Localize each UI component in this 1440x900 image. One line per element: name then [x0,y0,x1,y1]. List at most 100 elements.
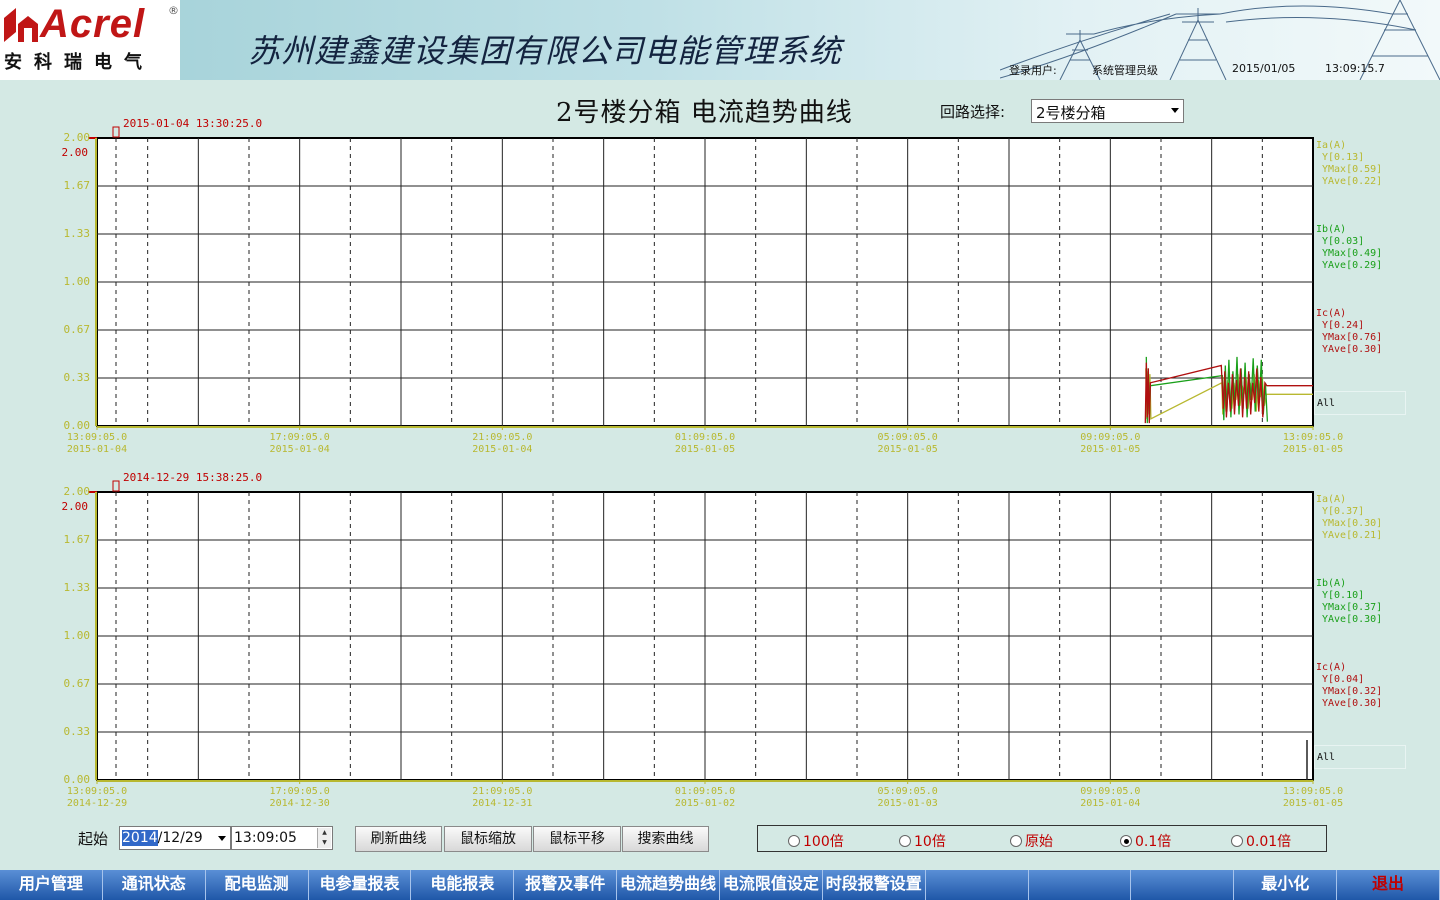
legend-y: Y[0.24] [1322,320,1365,331]
current-trend-chart-bottom[interactable]: 2.00 1.67 1.33 1.00 0.67 0.33 0.00 2.00 13:09:05… [0,471,1440,812]
legend-y: Y[0.37] [1322,506,1365,517]
y-tick-label: 0.33 [63,725,91,738]
radio-icon [788,835,800,847]
mouse-pan-button[interactable]: 鼠标平移 [533,826,621,852]
spin-up-icon[interactable]: ▲ [318,828,331,838]
nav-param-report[interactable]: 电参量报表 [309,870,412,900]
scale-radio-0-1x[interactable]: 0.1倍 [1120,831,1171,851]
x-tick-time: 13:09:05.0 [1282,432,1344,443]
nav-alarm-events[interactable]: 报警及事件 [514,870,618,900]
nav-user-management[interactable]: 用户管理 [0,870,103,900]
y-tick-label: 1.00 [63,629,91,642]
x-tick-label: 13:09:05.0 2015-01-05 [1268,432,1358,456]
start-date-picker[interactable]: 2014/12/29 [119,826,231,850]
x-tick-date: 2015-01-05 [1080,444,1141,455]
legend-y: Y[0.04] [1322,674,1365,685]
nav-power-monitor[interactable]: 配电监测 [206,870,309,900]
y-tick-label: 1.33 [63,581,91,594]
user-role: 系统管理员级 [1092,64,1158,77]
time-spinner[interactable]: ▲ ▼ [317,828,331,848]
search-curve-button[interactable]: 搜索曲线 [622,826,709,852]
x-tick-time: 05:09:05.0 [877,432,938,443]
x-tick-time: 13:09:05.0 [66,432,128,443]
login-user-label: 登录用户: [1009,64,1057,77]
x-tick-time: 09:09:05.0 [1080,432,1141,443]
legend-ia[interactable]: Ia(A) Y[0.13] YMax[0.59] YAve[0.22] [1316,140,1382,188]
cursor-timestamp: 2014-12-29 15:38:25.0 [123,471,263,484]
cursor-timestamp: 2015-01-04 13:30:25.0 [123,117,263,130]
x-tick-label: 21:09:05.0 2015-01-04 [457,432,547,456]
y-tick-label: 0.67 [63,677,91,690]
x-tick-time: 09:09:05.0 [1080,786,1141,797]
legend-name: Ib(A) [1316,224,1347,235]
app-header: Acrel ® 安科瑞电气 苏州建鑫建设集团有限公司电能管理系统 登录用户: 系… [0,0,1440,80]
legend-ymax: YMax[0.32] [1322,686,1383,697]
nav-blank-2 [1029,870,1132,900]
scale-radio-group: 100倍 10倍 原始 0.1倍 0.01倍 [757,825,1327,852]
nav-current-trend[interactable]: 电流趋势曲线 [617,870,720,900]
x-tick-label: 09:09:05.0 2015-01-04 [1065,786,1155,810]
nav-current-limit[interactable]: 电流限值设定 [720,870,823,900]
logo-chinese-name: 安科瑞电气 [4,52,154,73]
legend-ic[interactable]: Ic(A) Y[0.04] YMax[0.32] YAve[0.30] [1316,662,1382,710]
legend-y: Y[0.13] [1322,152,1365,163]
legend-name: Ic(A) [1316,662,1347,673]
refresh-curve-button[interactable]: 刷新曲线 [355,826,442,852]
nav-comm-status[interactable]: 通讯状态 [103,870,206,900]
legend-yave: YAve[0.29] [1322,260,1383,271]
scale-radio-10x[interactable]: 10倍 [899,831,946,851]
spin-down-icon[interactable]: ▼ [318,838,331,848]
x-tick-time: 13:09:05.0 [66,786,128,797]
y-tick-label: 1.67 [63,179,91,192]
scale-radio-original[interactable]: 原始 [1010,831,1053,851]
legend-yave: YAve[0.30] [1322,344,1383,355]
chevron-down-icon [218,836,226,841]
legend-ic[interactable]: Ic(A) Y[0.24] YMax[0.76] YAve[0.30] [1316,308,1382,356]
current-trend-chart-top[interactable]: 2.00 1.67 1.33 1.00 0.67 0.33 0.00 2.00 13:09:05… [0,117,1440,458]
mouse-zoom-button[interactable]: 鼠标缩放 [444,826,532,852]
x-tick-date: 2014-12-31 [472,798,533,809]
series-all-toggle[interactable]: All [1314,391,1406,415]
legend-ib[interactable]: Ib(A) Y[0.03] YMax[0.49] YAve[0.29] [1316,224,1382,272]
x-tick-date: 2015-01-04 [472,444,533,455]
x-tick-time: 05:09:05.0 [877,786,938,797]
legend-name: Ia(A) [1316,140,1347,151]
x-tick-time: 21:09:05.0 [472,432,533,443]
start-time-input[interactable]: 13:09:05 ▲ ▼ [231,826,333,850]
nav-energy-report[interactable]: 电能报表 [411,870,515,900]
minimize-button[interactable]: 最小化 [1234,870,1338,900]
x-tick-date: 2014-12-30 [269,798,330,809]
y-tick-label: 0.33 [63,371,91,384]
legend-ia[interactable]: Ia(A) Y[0.37] YMax[0.30] YAve[0.21] [1316,494,1382,542]
x-tick-time: 01:09:05.0 [674,786,736,797]
legend-ymax: YMax[0.76] [1322,332,1383,343]
radio-icon [1010,835,1022,847]
date-rest: /12/29 [157,830,203,846]
x-tick-label: 21:09:05.0 2014-12-31 [457,786,547,810]
series-all-toggle[interactable]: All [1314,745,1406,769]
x-tick-label: 13:09:05.0 2014-12-29 [52,786,142,810]
x-tick-time: 21:09:05.0 [472,786,533,797]
y-tick-label: 1.00 [63,275,91,288]
scale-radio-100x[interactable]: 100倍 [788,831,844,851]
y-tick-label: 0.67 [63,323,91,336]
chart-plot-svg[interactable] [0,472,1440,812]
y-max-label: 2.00 [61,146,89,159]
exit-button[interactable]: 退出 [1337,870,1440,900]
legend-name: Ic(A) [1316,308,1347,319]
legend-ib[interactable]: Ib(A) Y[0.10] YMax[0.37] YAve[0.30] [1316,578,1382,626]
cursor-marker [112,126,120,138]
y-tick-label: 2.00 [63,485,91,498]
y-tick-label: 2.00 [63,131,91,144]
header-date: 2015/01/05 [1232,62,1296,75]
x-tick-label: 13:09:05.0 2015-01-04 [52,432,142,456]
start-label: 起始 [78,830,109,848]
legend-yave: YAve[0.30] [1322,698,1383,709]
chart-plot-svg[interactable] [0,118,1440,458]
nav-blank-3 [1131,870,1235,900]
x-tick-date: 2015-01-05 [1282,444,1344,455]
x-tick-date: 2015-01-04 [1080,798,1141,809]
nav-period-alarm[interactable]: 时段报警设置 [823,870,926,900]
scale-radio-0-01x[interactable]: 0.01倍 [1231,831,1291,851]
legend-yave: YAve[0.30] [1322,614,1383,625]
